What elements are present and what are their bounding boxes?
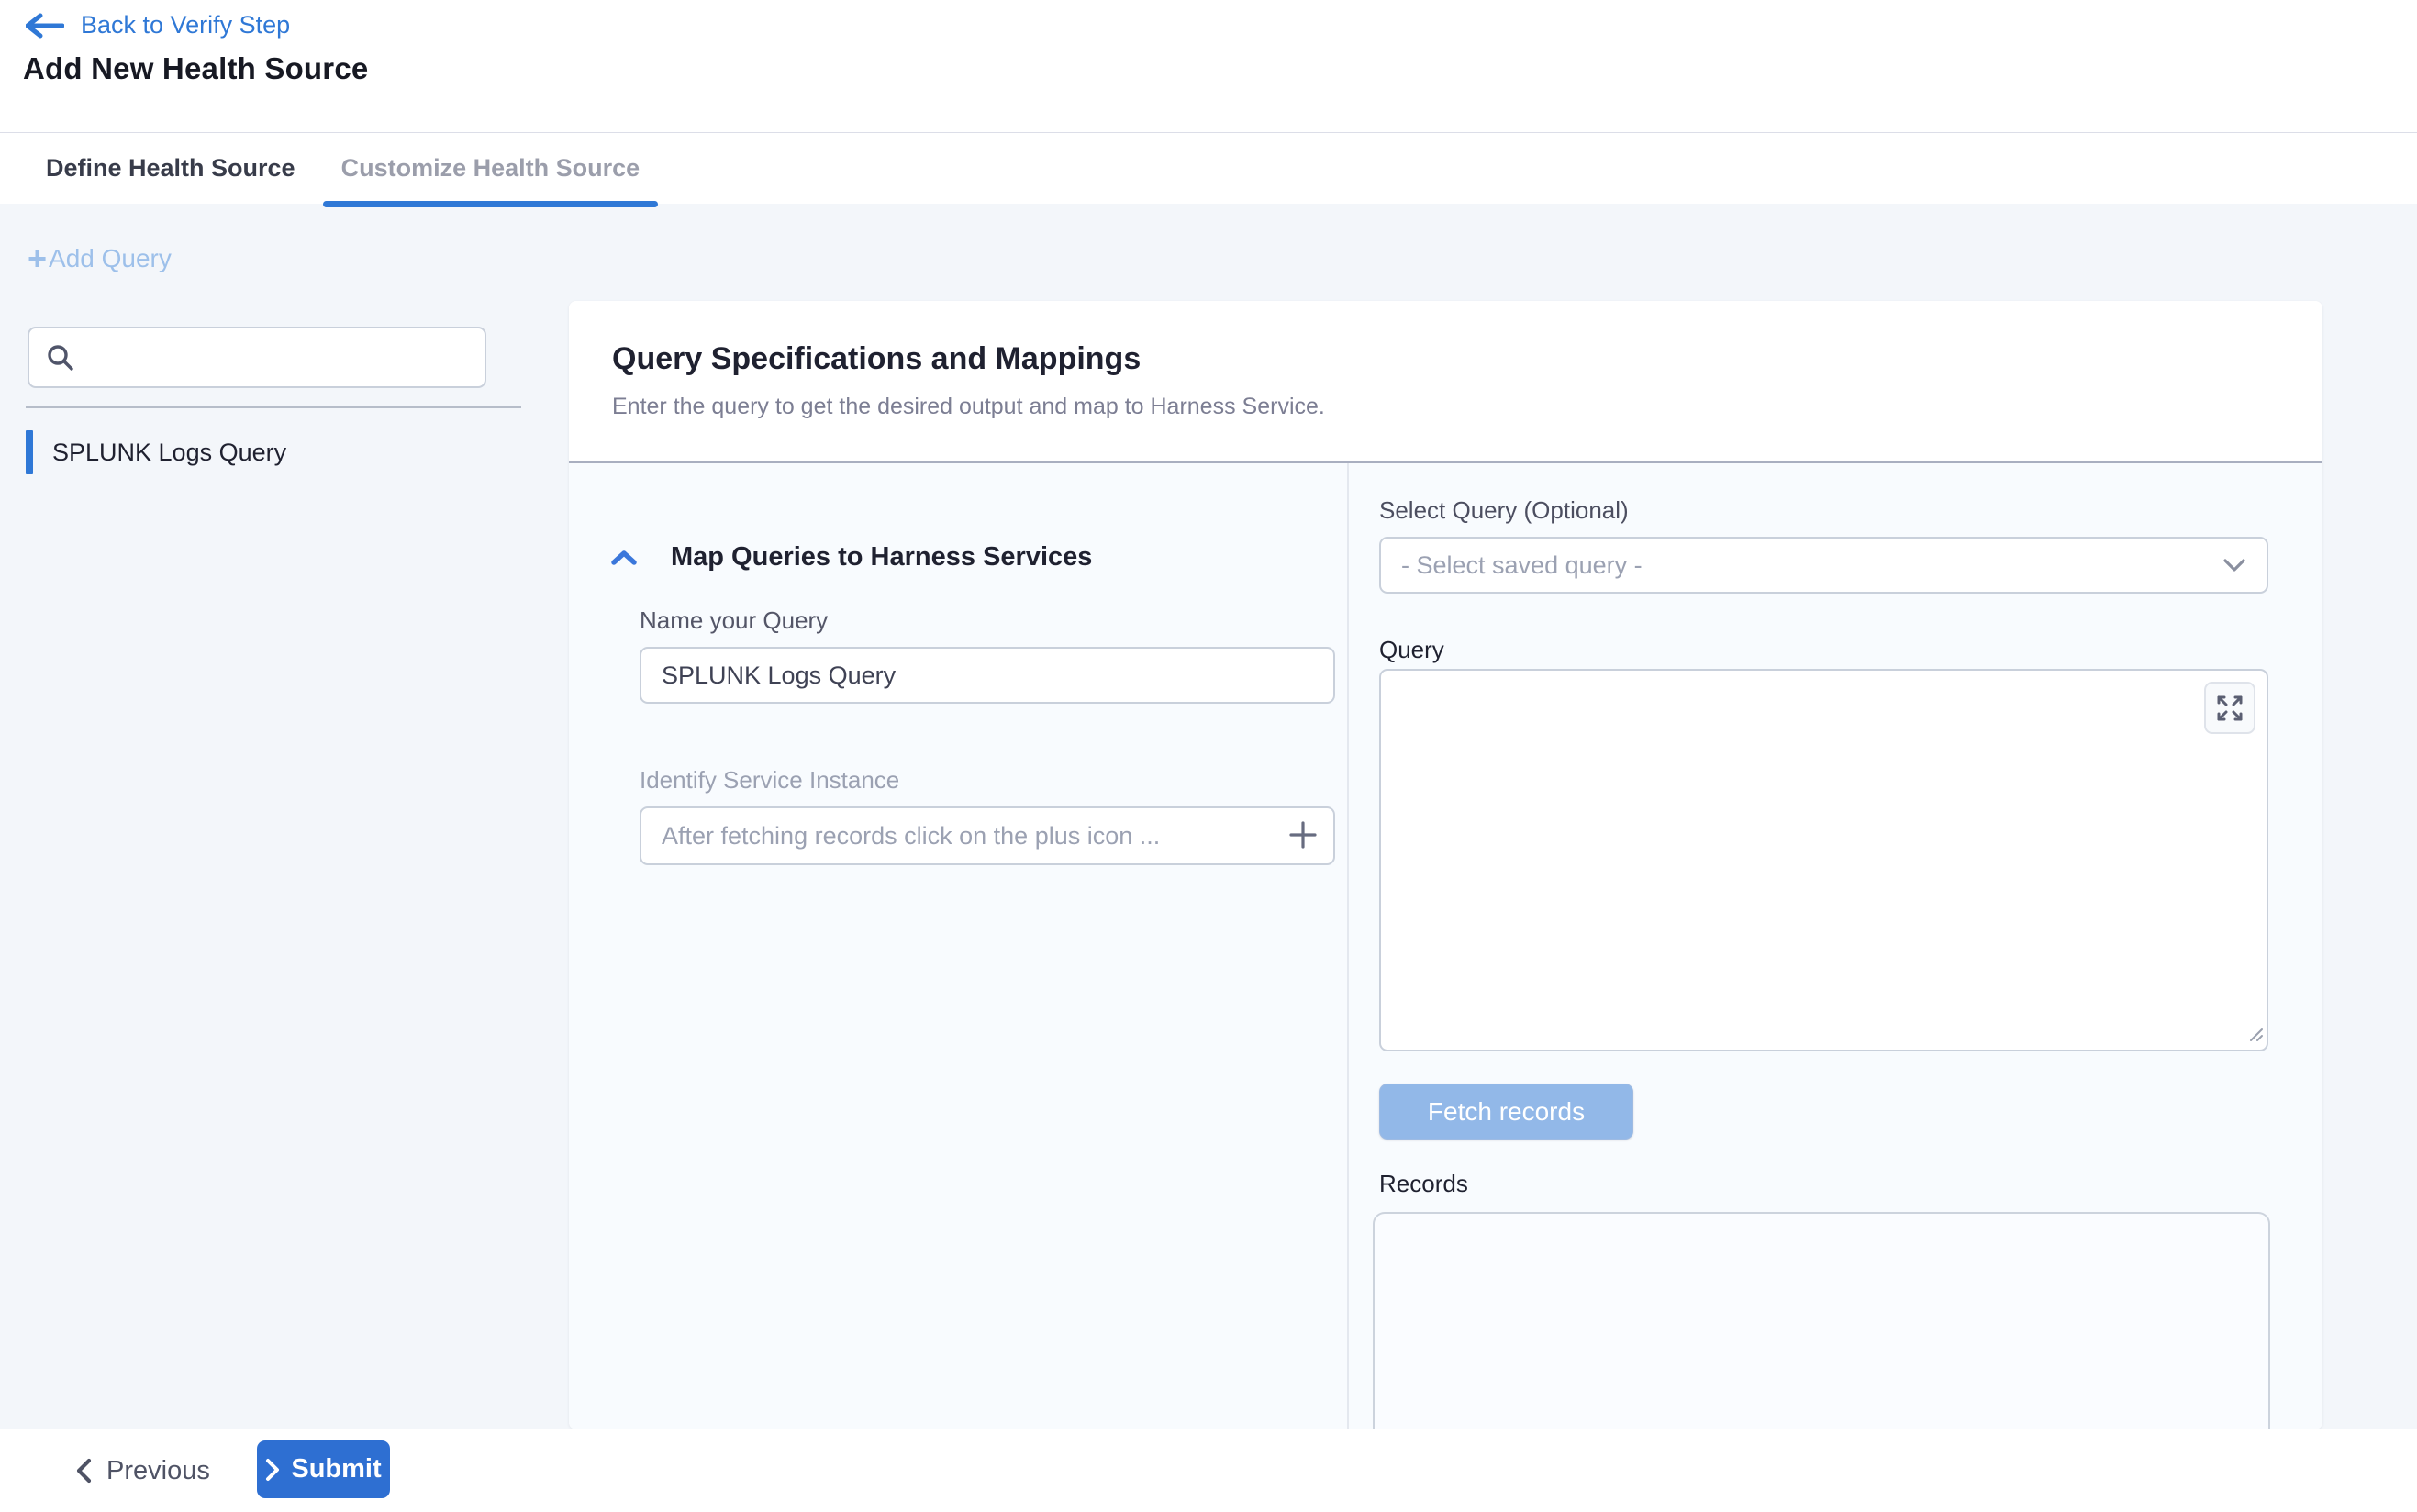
selected-indicator-bar	[26, 430, 33, 474]
tab-customize-health-source[interactable]: Customize Health Source	[323, 133, 659, 204]
back-link[interactable]: Back to Verify Step	[26, 11, 290, 39]
chevron-left-icon	[75, 1458, 92, 1484]
panel-title: Query Specifications and Mappings	[612, 341, 2322, 377]
query-item-label: SPLUNK Logs Query	[52, 439, 286, 467]
back-link-label: Back to Verify Step	[81, 11, 290, 39]
query-specifications-panel: Query Specifications and Mappings Enter …	[569, 301, 2322, 1429]
tab-bar: Define Health Source Customize Health So…	[0, 132, 2417, 204]
previous-button-label: Previous	[106, 1456, 210, 1486]
panel-body: Map Queries to Harness Services Name you…	[569, 463, 2322, 1429]
query-column: Select Query (Optional) - Select saved q…	[1349, 463, 2321, 1429]
footer-bar: Previous Submit	[0, 1429, 2417, 1512]
page-title: Add New Health Source	[23, 51, 368, 86]
sidebar-divider	[26, 406, 521, 408]
search-input[interactable]	[86, 328, 485, 386]
records-label: Records	[1379, 1170, 1468, 1198]
submit-button-label: Submit	[291, 1454, 381, 1484]
service-instance-input[interactable]	[640, 806, 1335, 865]
add-query-label: Add Query	[49, 244, 172, 273]
panel-header: Query Specifications and Mappings Enter …	[569, 301, 2322, 461]
add-service-instance-button[interactable]	[1287, 819, 1319, 855]
chevron-up-icon	[610, 548, 638, 568]
resize-grip-handle[interactable]	[2244, 1022, 2264, 1047]
page-root: Back to Verify Step Add New Health Sourc…	[0, 0, 2417, 1512]
map-queries-collapse-toggle[interactable]: Map Queries to Harness Services	[610, 542, 1092, 573]
panel-subtitle: Enter the query to get the desired outpu…	[612, 394, 2322, 420]
plus-icon	[1287, 819, 1319, 850]
query-search-box[interactable]	[28, 327, 486, 388]
fetch-records-button[interactable]: Fetch records	[1379, 1084, 1633, 1140]
query-label: Query	[1379, 636, 1444, 664]
submit-button[interactable]: Submit	[257, 1440, 390, 1498]
expand-query-button[interactable]	[2204, 682, 2255, 734]
header: Back to Verify Step Add New Health Sourc…	[0, 0, 2417, 204]
query-name-input[interactable]	[640, 647, 1335, 704]
tab-define-health-source[interactable]: Define Health Source	[28, 133, 314, 204]
plus-icon: +	[28, 242, 47, 275]
content-area: + Add Query SPLUNK Logs Query Query Spec…	[0, 204, 2417, 1429]
chevron-down-icon	[2221, 556, 2248, 574]
service-instance-field	[640, 806, 1335, 865]
map-queries-section-title: Map Queries to Harness Services	[671, 542, 1092, 573]
search-icon	[46, 343, 75, 372]
query-editor	[1379, 669, 2268, 1051]
records-panel	[1373, 1212, 2270, 1429]
identify-service-instance-label: Identify Service Instance	[640, 766, 899, 795]
saved-query-placeholder: - Select saved query -	[1401, 551, 1643, 580]
previous-button[interactable]: Previous	[57, 1442, 228, 1499]
name-your-query-label: Name your Query	[640, 606, 828, 635]
arrow-left-icon	[26, 12, 64, 39]
sidebar-item-splunk-logs-query[interactable]: SPLUNK Logs Query	[0, 427, 514, 478]
add-query-button[interactable]: + Add Query	[28, 242, 172, 275]
chevron-right-icon	[265, 1458, 280, 1482]
expand-icon	[2214, 693, 2245, 724]
saved-query-dropdown[interactable]: - Select saved query -	[1379, 537, 2268, 594]
query-textarea[interactable]	[1381, 671, 2267, 1050]
select-query-label: Select Query (Optional)	[1379, 496, 1629, 525]
